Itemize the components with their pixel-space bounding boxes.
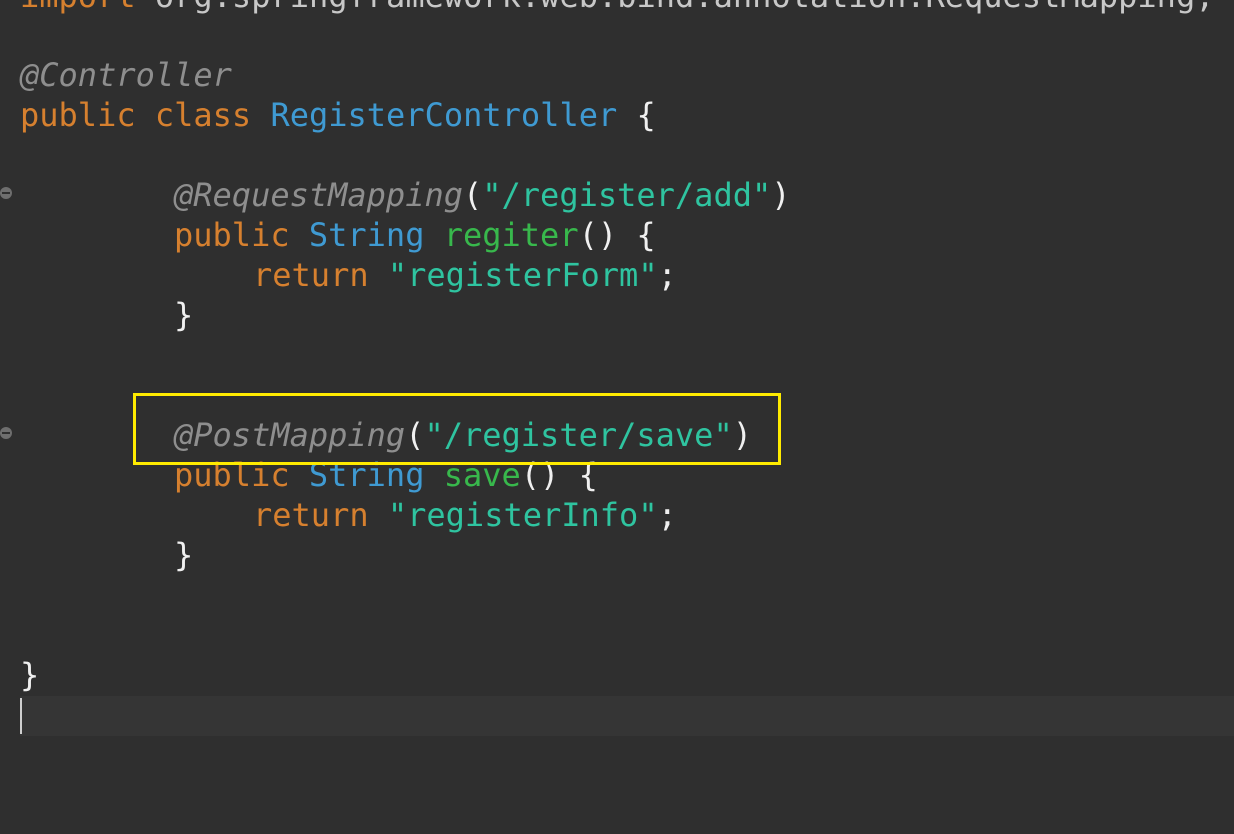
method1-name: regiter — [443, 216, 579, 254]
request-mapping-annotation: @RequestMapping — [174, 176, 463, 214]
method2-annotation-open-paren: ( — [405, 416, 425, 454]
method2-semicolon: ; — [657, 496, 677, 534]
method2-close-brace: } — [174, 536, 194, 574]
class-close-brace: } — [20, 656, 40, 694]
method2-return-line: return "registerInfo"; — [253, 495, 677, 535]
method1-close-line: } — [174, 295, 193, 335]
class-annotation-line: @Controller — [20, 55, 232, 95]
method2-annotation-close-paren: ) — [732, 416, 752, 454]
method1-semicolon: ; — [657, 256, 677, 294]
import-package: org.springframework.web.bind.annotation.… — [136, 0, 1215, 15]
method1-return-value: "registerForm" — [387, 256, 658, 294]
method2-modifier: public — [174, 456, 290, 494]
code-editor[interactable]: import org.springframework.web.bind.anno… — [0, 0, 1234, 834]
text-caret — [20, 698, 22, 734]
class-open-brace: { — [617, 96, 656, 134]
method1-return-keyword: return — [253, 256, 369, 294]
method2-signature-tail: () { — [520, 456, 598, 494]
class-modifier: public — [20, 96, 136, 134]
method2-return-type: String — [308, 456, 425, 494]
method1-annotation-line: @RequestMapping("/register/add") — [174, 175, 791, 215]
class-keyword: class — [154, 96, 252, 134]
method1-return-line: return "registerForm"; — [253, 255, 677, 295]
class-close-line: } — [20, 655, 39, 695]
method1-path-string: "/register/add" — [482, 176, 772, 214]
import-keyword: import — [20, 0, 136, 15]
method2-name: save — [443, 456, 521, 494]
method1-signature-tail: () { — [578, 216, 656, 254]
import-line: import org.springframework.web.bind.anno… — [20, 0, 1214, 16]
method2-return-keyword: return — [253, 496, 369, 534]
method2-return-value: "registerInfo" — [387, 496, 658, 534]
method2-path-string: "/register/save" — [424, 416, 733, 454]
class-declaration-line: public class RegisterController { — [20, 95, 656, 135]
method2-signature-line: public String save() { — [174, 455, 598, 495]
method1-signature-line: public String regiter() { — [174, 215, 656, 255]
class-name: RegisterController — [270, 96, 618, 134]
method1-annotation-close-paren: ) — [771, 176, 791, 214]
method1-return-type: String — [308, 216, 425, 254]
collapse-fold-icon[interactable] — [0, 427, 12, 439]
post-mapping-annotation: @PostMapping — [174, 416, 406, 454]
current-line-highlight — [20, 696, 1234, 736]
collapse-fold-icon[interactable] — [0, 187, 12, 199]
method1-close-brace: } — [174, 296, 194, 334]
method2-close-line: } — [174, 535, 193, 575]
method1-modifier: public — [174, 216, 290, 254]
controller-annotation: @Controller — [20, 56, 232, 94]
method2-annotation-line: @PostMapping("/register/save") — [174, 415, 752, 455]
method1-annotation-open-paren: ( — [462, 176, 483, 214]
